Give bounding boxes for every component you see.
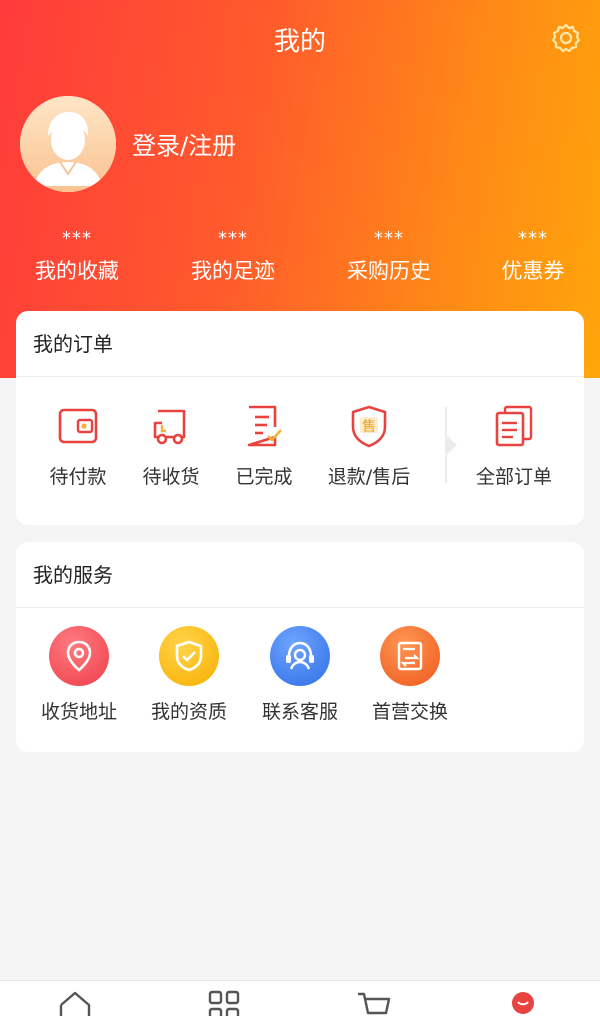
stat-label: 采购历史 xyxy=(347,259,431,283)
service-customer-support[interactable]: 联系客服 xyxy=(245,626,355,724)
stat-purchase-history[interactable]: *** 采购历史 xyxy=(324,228,454,288)
location-pin-icon xyxy=(49,626,109,686)
stat-value: *** xyxy=(374,228,404,249)
order-label: 已完成 xyxy=(235,466,293,488)
cart-icon[interactable] xyxy=(354,989,394,1016)
stat-favorites[interactable]: *** 我的收藏 xyxy=(12,228,142,288)
svg-text:售: 售 xyxy=(362,419,376,435)
service-label: 收货地址 xyxy=(40,701,117,723)
service-label: 我的资质 xyxy=(150,701,227,723)
service-qualification[interactable]: 我的资质 xyxy=(134,626,244,724)
orders-card: 我的订单 待付款 待收货 已完成 售 退款/售后 全部订单 xyxy=(16,311,584,525)
service-shipping-address[interactable]: 收货地址 xyxy=(24,626,134,724)
stat-value: *** xyxy=(62,228,92,249)
login-register-link[interactable]: 登录/注册 xyxy=(132,128,236,164)
wallet-icon xyxy=(58,408,98,444)
stat-label: 我的收藏 xyxy=(35,259,119,283)
orders-title: 我的订单 xyxy=(16,311,584,377)
order-label: 全部订单 xyxy=(475,466,552,488)
profile-icon[interactable] xyxy=(503,989,543,1016)
stat-label: 优惠券 xyxy=(501,259,565,283)
order-refund-aftersale[interactable]: 售 退款/售后 xyxy=(314,403,424,489)
service-first-exchange[interactable]: 首营交换 xyxy=(355,626,465,724)
services-title: 我的服务 xyxy=(16,542,584,608)
stat-value: *** xyxy=(218,228,248,249)
gear-icon[interactable] xyxy=(550,22,582,54)
service-label: 联系客服 xyxy=(261,701,338,723)
category-grid-icon[interactable] xyxy=(204,989,244,1016)
stat-coupons[interactable]: *** 优惠券 xyxy=(468,228,598,288)
home-icon[interactable] xyxy=(55,989,95,1016)
stat-label: 我的足迹 xyxy=(191,259,275,283)
order-all[interactable]: 全部订单 xyxy=(459,403,569,489)
checked-doc-icon xyxy=(247,405,282,447)
services-card: 我的服务 收货地址 我的资质 联系客服 首营交换 xyxy=(16,542,584,752)
headset-icon xyxy=(270,626,330,686)
service-label: 首营交换 xyxy=(371,701,448,723)
bottom-tab-bar xyxy=(0,980,600,1016)
truck-icon xyxy=(153,409,186,445)
stat-footprints[interactable]: *** 我的足迹 xyxy=(168,228,298,288)
exchange-doc-icon xyxy=(380,626,440,686)
shield-sale-icon: 售 xyxy=(351,405,387,448)
shield-check-icon xyxy=(159,626,219,686)
order-label: 退款/售后 xyxy=(327,466,411,488)
documents-icon xyxy=(495,405,533,447)
stat-value: *** xyxy=(518,228,548,249)
order-completed[interactable]: 已完成 xyxy=(209,403,319,489)
avatar[interactable] xyxy=(20,96,116,192)
page-title: 我的 xyxy=(273,27,326,57)
